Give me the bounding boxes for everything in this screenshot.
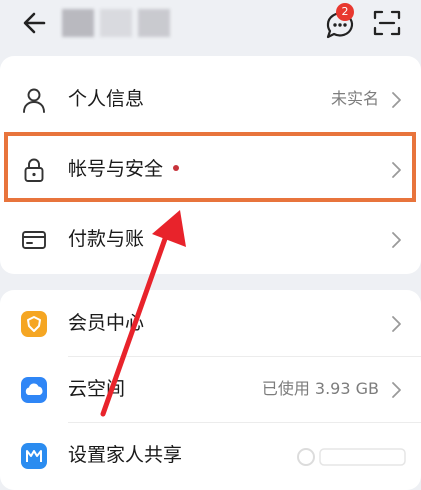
- row-cloud-space[interactable]: 云空间 已使用 3.93 GB: [0, 356, 421, 422]
- row-payment[interactable]: 付款与账: [0, 206, 421, 272]
- row-label: 个人信息: [68, 88, 145, 110]
- annotation-highlight-box: [4, 132, 416, 202]
- chevron-right-icon: [392, 232, 401, 248]
- row-value: 已使用 3.93 GB: [261, 379, 379, 398]
- row-label: 云空间: [68, 378, 126, 400]
- chevron-right-icon: [392, 316, 401, 332]
- row-member-center[interactable]: 会员中心: [0, 290, 421, 356]
- row-value: 未实名: [330, 89, 379, 108]
- card-icon: [22, 231, 46, 249]
- person-icon: [23, 88, 45, 113]
- chevron-right-icon: [392, 92, 401, 108]
- message-count-badge: 2: [336, 3, 354, 21]
- row-label: 付款与账: [68, 228, 145, 250]
- member-shield-icon: [21, 311, 47, 337]
- family-share-icon: [21, 443, 47, 469]
- blurred-account-name: [62, 9, 176, 37]
- row-label: 设置家人共享: [68, 444, 183, 466]
- row-label: 会员中心: [68, 312, 145, 334]
- watermark-logo: [297, 448, 406, 466]
- top-bar: 2: [0, 0, 421, 44]
- chevron-right-icon: [392, 382, 401, 398]
- cloud-icon: [21, 377, 47, 403]
- row-personal-info[interactable]: 个人信息 未实名: [0, 66, 421, 132]
- scan-icon[interactable]: [372, 8, 402, 38]
- back-arrow-icon[interactable]: [18, 6, 52, 40]
